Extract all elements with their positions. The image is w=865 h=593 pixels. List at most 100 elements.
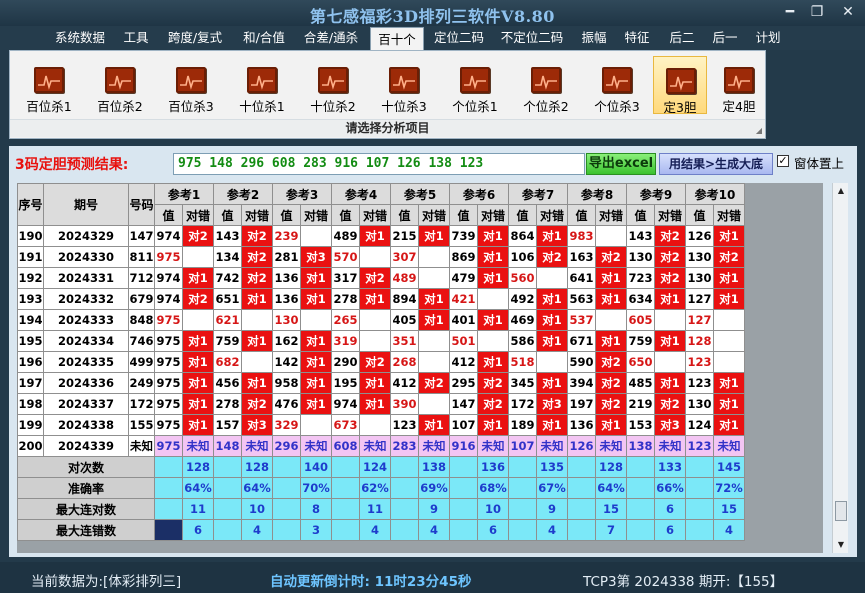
menu-item[interactable]: 振幅: [576, 26, 612, 50]
ribbon-button[interactable]: 百位杀2: [87, 56, 153, 114]
menu-item[interactable]: 特征: [619, 26, 655, 50]
scroll-up-icon[interactable]: ▲: [833, 183, 849, 199]
ribbon-button[interactable]: 个位杀2: [513, 56, 579, 114]
value-cell: 590: [567, 351, 596, 373]
number-cell: 147: [128, 225, 155, 247]
value-cell: 148: [213, 435, 242, 457]
table-row[interactable]: 199 2024338 155 975 对1 157 对3 329 673 123 对1 107 对1 1…: [17, 414, 745, 436]
period-cell: 2024337: [43, 393, 129, 415]
ribbon-button[interactable]: 定3胆: [653, 56, 707, 115]
menu-item[interactable]: 后二: [664, 26, 700, 50]
menu-item[interactable]: 工具: [117, 26, 155, 50]
ribbon-button[interactable]: 百位杀1: [16, 56, 82, 114]
menu-item[interactable]: 跨度/复式: [162, 26, 228, 50]
vertical-scrollbar[interactable]: ▲ ▼: [832, 183, 848, 553]
seq-cell: 193: [17, 288, 44, 310]
result-cell: 对1: [359, 372, 391, 394]
result-cell: 未知: [182, 435, 214, 457]
result-cell: [182, 309, 214, 331]
menu-item[interactable]: 不定位二码: [495, 26, 569, 50]
table-row[interactable]: 191 2024330 811 975 134 对2 281 对3 570 307 869 对1 106…: [17, 246, 745, 268]
scroll-down-icon[interactable]: ▼: [833, 537, 849, 553]
menu-item[interactable]: 计划: [750, 26, 786, 50]
ribbon-button[interactable]: 十位杀1: [229, 56, 295, 114]
result-cell: [477, 288, 509, 310]
topmost-checkbox[interactable]: ✓: [777, 155, 789, 167]
result-cell: [418, 351, 450, 373]
menu-item-active[interactable]: 百十个: [370, 27, 424, 50]
stats-spacer: [331, 477, 360, 499]
stats-value: 4: [536, 519, 568, 541]
result-cell: 对1: [182, 372, 214, 394]
value-cell: 123: [685, 435, 714, 457]
ribbon-button[interactable]: 定4胆: [712, 56, 766, 114]
table-row[interactable]: 190 2024329 147 974 对2 143 对2 239 489 对1 215 对1 739 对…: [17, 225, 745, 247]
ribbon-button[interactable]: 十位杀2: [300, 56, 366, 114]
result-cell: 对2: [654, 267, 686, 289]
content-area: 3码定胆预测结果: 975 148 296 608 283 916 107 12…: [9, 146, 857, 557]
table-row[interactable]: 193 2024332 679 974 对2 651 对1 136 对1 278 对1 894 对1 42…: [17, 288, 745, 310]
value-cell: 412: [390, 372, 419, 394]
stats-spacer: [508, 456, 537, 478]
value-cell: 974: [154, 225, 183, 247]
ribbon-button[interactable]: 个位杀3: [584, 56, 650, 114]
result-cell: 未知: [536, 435, 568, 457]
export-excel-button[interactable]: 导出excel: [586, 153, 656, 175]
table-row[interactable]: 196 2024335 499 975 对1 682 142 对1 290 对2 268 412 对1 5…: [17, 351, 745, 373]
result-cell: [359, 330, 391, 352]
value-cell: 518: [508, 351, 537, 373]
value-cell: 975: [154, 414, 183, 436]
chart-icon: [105, 67, 135, 93]
result-cell: 对1: [300, 351, 332, 373]
menu-item[interactable]: 合差/通杀: [298, 26, 364, 50]
stats-value: 62%: [359, 477, 391, 499]
menu-item[interactable]: 定位二码: [429, 26, 489, 50]
ribbon-button[interactable]: 十位杀3: [371, 56, 437, 114]
table-row[interactable]: 198 2024337 172 975 对1 278 对2 476 对1 974 对1 390 147 对…: [17, 393, 745, 415]
table-row[interactable]: 194 2024333 848 975 621 130 265 405 对1 401 对1 469 对1…: [17, 309, 745, 331]
number-cell: 155: [128, 414, 155, 436]
value-cell: 329: [272, 414, 301, 436]
result-cell: 对1: [359, 225, 391, 247]
stats-spacer: [331, 498, 360, 520]
stats-spacer: [331, 519, 360, 541]
stats-value: 66%: [654, 477, 686, 499]
group-header: 参考4: [331, 183, 391, 205]
table-row[interactable]: 192 2024331 712 974 对1 742 对2 136 对1 317 对2 489 479 对…: [17, 267, 745, 289]
value-cell: 136: [567, 414, 596, 436]
update-countdown: 自动更新倒计时: 11时23分45秒: [270, 574, 472, 590]
menu-item[interactable]: 后一: [707, 26, 743, 50]
table-row[interactable]: 195 2024334 746 975 对1 759 对1 162 对1 319 351 501 586…: [17, 330, 745, 352]
result-cell: 对2: [595, 246, 627, 268]
result-cell: 对1: [477, 414, 509, 436]
ribbon-button[interactable]: 百位杀3: [158, 56, 224, 114]
result-cell: [418, 330, 450, 352]
subheader-value: 值: [272, 204, 301, 226]
pending-row[interactable]: 200 2024339 未知 975 未知 148 未知 296 未知 608 未知 283 未知 916…: [17, 435, 745, 457]
value-cell: 130: [685, 393, 714, 415]
generate-base-button[interactable]: 用结果>生成大底: [659, 153, 773, 175]
result-cell: 对1: [241, 372, 273, 394]
restore-button[interactable]: ❐: [805, 3, 829, 21]
minimize-button[interactable]: ━: [778, 3, 802, 21]
stats-spacer: [154, 456, 183, 478]
value-cell: 975: [154, 393, 183, 415]
scroll-thumb[interactable]: [835, 501, 847, 521]
value-cell: 195: [331, 372, 360, 394]
stats-value: 128: [241, 456, 273, 478]
value-cell: 456: [213, 372, 242, 394]
stats-spacer: [685, 498, 714, 520]
result-cell: 未知: [713, 435, 745, 457]
prediction-result-field[interactable]: 975 148 296 608 283 916 107 126 138 123: [173, 153, 585, 175]
value-cell: 759: [626, 330, 655, 352]
menu-item[interactable]: 和/合值: [235, 26, 293, 50]
ribbon-button[interactable]: 个位杀1: [442, 56, 508, 114]
result-cell: 对3: [300, 246, 332, 268]
table-row[interactable]: 197 2024336 249 975 对1 456 对1 958 对1 195 对1 412 对2 29…: [17, 372, 745, 394]
ribbon-expand-icon[interactable]: ◢: [756, 126, 762, 135]
value-cell: 641: [567, 267, 596, 289]
value-cell: 127: [685, 288, 714, 310]
menu-item[interactable]: 系统数据: [51, 26, 109, 50]
close-button[interactable]: ✕: [836, 3, 860, 21]
result-cell: 对1: [713, 393, 745, 415]
